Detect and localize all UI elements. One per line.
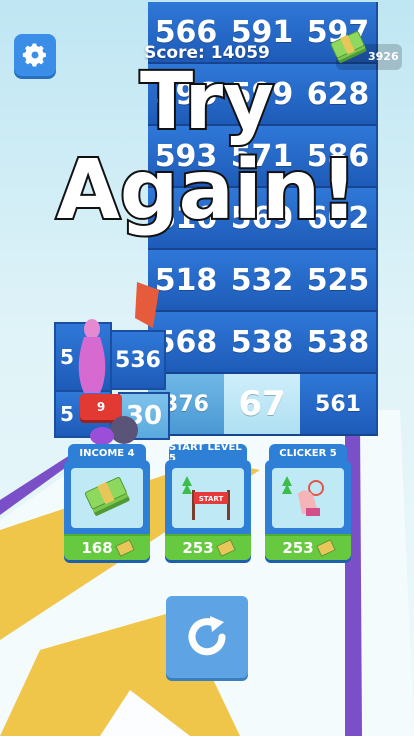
hand-clicker-icon: [282, 476, 324, 516]
upgrade-card-income[interactable]: INCOME 4 168: [64, 444, 150, 562]
retry-button[interactable]: [166, 596, 248, 678]
number-block: 67: [224, 374, 302, 436]
number-block: 532: [224, 250, 302, 312]
price-label: 253: [265, 534, 351, 560]
price-value: 253: [282, 539, 314, 557]
red-flag-icon: [135, 282, 159, 328]
number-block: 538: [300, 312, 378, 374]
price-value: 253: [182, 539, 214, 557]
cash-icon: [315, 539, 336, 557]
start-banner-icon: START: [182, 476, 230, 520]
try-again-title: Try: [138, 57, 276, 147]
cash-icon: [114, 539, 135, 557]
number-block: 525: [300, 250, 378, 312]
start-banner-text: START: [199, 495, 224, 503]
money-value: 3926: [368, 50, 399, 63]
side-block: 536: [110, 330, 166, 390]
number-block: 561: [300, 374, 378, 436]
try-again-title-line2: Again!: [54, 143, 359, 238]
price-value: 168: [81, 539, 113, 557]
upgrade-card-start-level[interactable]: START LEVEL 5 START 253: [165, 442, 251, 562]
upgrade-card-clicker[interactable]: CLICKER 5 253: [265, 444, 351, 562]
price-label: 168: [64, 534, 150, 560]
bowling-pin-icon: [78, 319, 106, 393]
cash-stack-icon: [84, 477, 130, 516]
number-block: 538: [224, 312, 302, 374]
cash-stack-icon: [330, 31, 367, 63]
price-label: 253: [165, 534, 251, 560]
restart-icon: [188, 616, 226, 656]
cash-icon: [215, 539, 236, 557]
